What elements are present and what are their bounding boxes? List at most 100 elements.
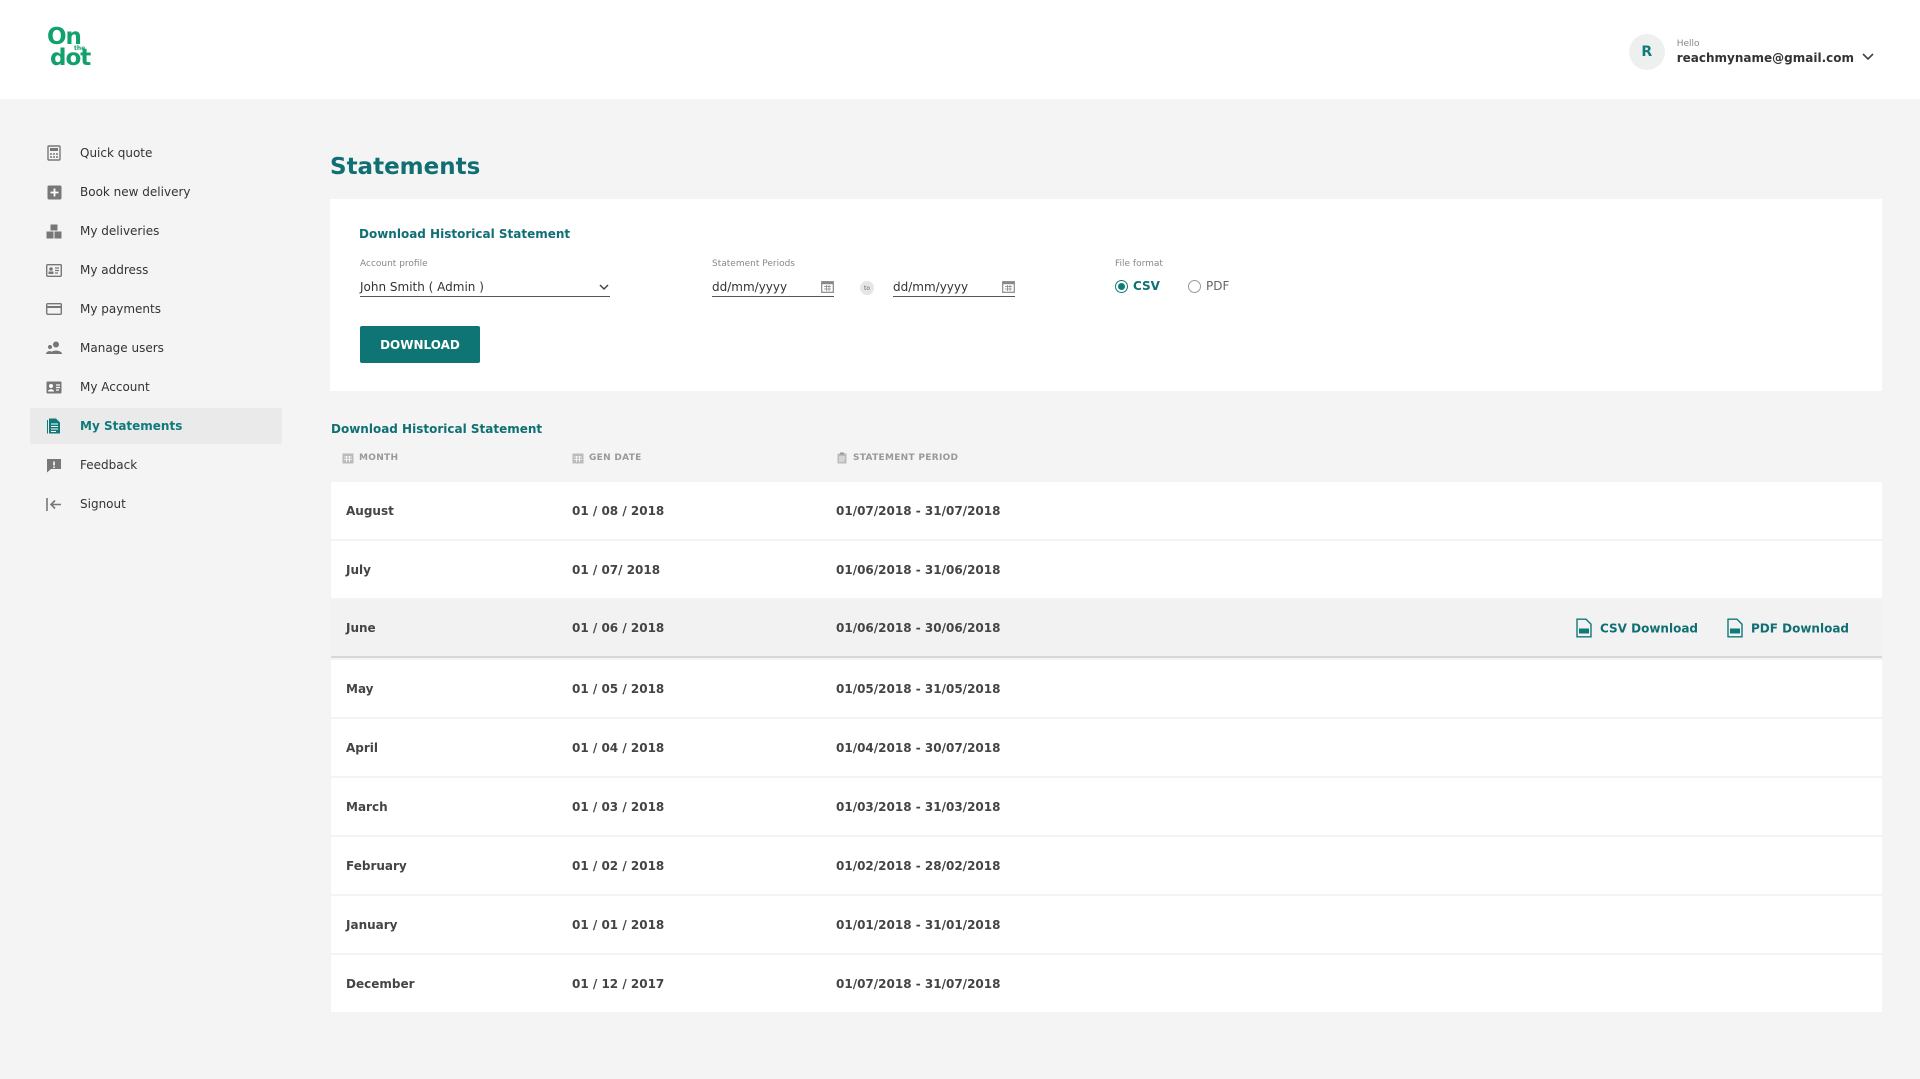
- chevron-down-icon: [599, 283, 609, 290]
- chevron-down-icon[interactable]: [1860, 49, 1876, 65]
- sidebar-item-label: Feedback: [80, 458, 138, 472]
- row-month: August: [346, 503, 394, 518]
- document-icon: [46, 418, 62, 434]
- csv-download-label: CSV Download: [1600, 621, 1699, 635]
- statement-list-title: Download Historical Statement: [331, 422, 543, 436]
- calculator-icon: [46, 145, 62, 161]
- row-period: 01/01/2018 - 31/01/2018: [836, 917, 1001, 932]
- row-period: 01/07/2018 - 31/07/2018: [836, 503, 1001, 518]
- sidebar-item-my-statements[interactable]: My Statements: [30, 408, 282, 444]
- column-gen-date-label: GEN DATE: [589, 453, 642, 463]
- row-period: 01/07/2018 - 31/07/2018: [836, 976, 1001, 991]
- user-email: reachmyname@gmail.com: [1676, 51, 1854, 65]
- account-profile-select[interactable]: John Smith ( Admin ): [360, 277, 610, 297]
- row-month: June: [346, 621, 376, 635]
- account-profile-value: John Smith ( Admin ): [360, 279, 484, 294]
- column-month-label: MONTH: [359, 453, 399, 463]
- ondot-logo[interactable]: On the dot: [46, 26, 100, 70]
- sidebar-item-my-account[interactable]: My Account: [30, 369, 282, 405]
- row-month: January: [346, 917, 398, 932]
- date-to-input[interactable]: [893, 279, 989, 294]
- sidebar-nav: Quick quote Book new delivery My deliver…: [30, 135, 282, 525]
- to-separator: to: [860, 281, 874, 295]
- table-row[interactable]: December 01 / 12 / 2017 01/07/2018 - 31/…: [331, 955, 1882, 1012]
- row-month: May: [346, 681, 374, 696]
- table-row[interactable]: June 01 / 06 / 2018 01/06/2018 - 30/06/2…: [331, 600, 1882, 658]
- radio-unselected-icon: [1188, 279, 1201, 293]
- file-format-label: File format: [1115, 259, 1163, 269]
- sidebar-item-my-address[interactable]: My address: [30, 252, 282, 288]
- date-from-field[interactable]: [712, 277, 834, 297]
- sidebar-item-book-new-delivery[interactable]: Book new delivery: [30, 174, 282, 210]
- row-month: December: [346, 976, 415, 991]
- date-from-input[interactable]: [712, 279, 808, 294]
- row-gen-date: 01 / 08 / 2018: [572, 503, 665, 518]
- row-gen-date: 01 / 07/ 2018: [572, 562, 661, 577]
- id-card-icon: [46, 379, 62, 395]
- calendar-icon: [342, 453, 354, 464]
- sidebar-item-my-payments[interactable]: My payments: [30, 291, 282, 327]
- row-gen-date: 01 / 04 / 2018: [572, 740, 665, 755]
- calendar-icon[interactable]: [1002, 280, 1015, 293]
- column-statement-period: STATEMENT PERIOD: [836, 452, 958, 464]
- clipboard-icon: [837, 452, 847, 464]
- table-row[interactable]: July 01 / 07/ 2018 01/06/2018 - 31/06/20…: [331, 541, 1882, 598]
- sidebar-item-label: My Account: [80, 380, 150, 394]
- format-radio-pdf[interactable]: PDF: [1188, 279, 1229, 293]
- date-to-field[interactable]: [893, 277, 1015, 297]
- calendar-icon[interactable]: [821, 280, 834, 293]
- table-row[interactable]: May 01 / 05 / 2018 01/05/2018 - 31/05/20…: [331, 660, 1882, 717]
- row-period: 01/06/2018 - 30/06/2018: [836, 621, 1001, 635]
- row-period: 01/06/2018 - 31/06/2018: [836, 562, 1001, 577]
- users-icon: [46, 340, 62, 356]
- table-row[interactable]: March 01 / 03 / 2018 01/03/2018 - 31/03/…: [331, 778, 1882, 835]
- avatar: R: [1628, 34, 1665, 70]
- sidebar-item-feedback[interactable]: Feedback: [30, 447, 282, 483]
- row-period: 01/03/2018 - 31/03/2018: [836, 799, 1001, 814]
- address-card-icon: [46, 262, 62, 278]
- table-header: MONTH GEN DATE STATEMENT PERIOD: [331, 452, 1882, 472]
- statement-periods-label: Statement Periods: [712, 259, 795, 269]
- format-csv-label: CSV: [1133, 279, 1160, 293]
- table-row[interactable]: August 01 / 08 / 2018 01/07/2018 - 31/07…: [331, 482, 1882, 539]
- row-gen-date: 01 / 02 / 2018: [572, 858, 665, 873]
- sidebar-item-label: My deliveries: [80, 224, 160, 238]
- sidebar-item-label: Manage users: [80, 341, 164, 355]
- column-month: MONTH: [342, 452, 398, 464]
- row-month: February: [346, 858, 407, 873]
- download-button[interactable]: DOWNLOAD: [360, 326, 480, 363]
- row-period: 01/05/2018 - 31/05/2018: [836, 681, 1001, 696]
- csv-download-button[interactable]: CSV Download: [1576, 618, 1699, 638]
- credit-card-icon: [46, 301, 62, 317]
- plus-box-icon: [46, 184, 62, 200]
- column-statement-period-label: STATEMENT PERIOD: [853, 453, 959, 463]
- pdf-file-icon: [1727, 618, 1743, 638]
- row-month: March: [346, 799, 388, 814]
- row-period: 01/04/2018 - 30/07/2018: [836, 740, 1001, 755]
- user-menu[interactable]: R Hello reachmyname@gmail.com: [1628, 34, 1876, 70]
- sidebar-item-signout[interactable]: Signout: [30, 486, 282, 522]
- user-info: Hello reachmyname@gmail.com: [1677, 39, 1854, 65]
- pdf-download-button[interactable]: PDF Download: [1727, 618, 1849, 638]
- logo-line-3: dot: [50, 45, 91, 71]
- row-gen-date: 01 / 03 / 2018: [572, 799, 665, 814]
- feedback-icon: [46, 457, 62, 473]
- table-row[interactable]: January 01 / 01 / 2018 01/01/2018 - 31/0…: [331, 896, 1882, 953]
- sidebar-item-my-deliveries[interactable]: My deliveries: [30, 213, 282, 249]
- row-gen-date: 01 / 12 / 2017: [572, 976, 665, 991]
- sidebar-item-manage-users[interactable]: Manage users: [30, 330, 282, 366]
- table-row[interactable]: February 01 / 02 / 2018 01/02/2018 - 28/…: [331, 837, 1882, 894]
- form-title: Download Historical Statement: [359, 227, 571, 241]
- calendar-icon: [572, 453, 584, 464]
- row-gen-date: 01 / 01 / 2018: [572, 917, 665, 932]
- sidebar-item-label: Book new delivery: [80, 185, 191, 199]
- row-gen-date: 01 / 05 / 2018: [572, 681, 665, 696]
- format-radio-csv[interactable]: CSV: [1115, 279, 1160, 293]
- signout-icon: [46, 496, 62, 512]
- row-gen-date: 01 / 06 / 2018: [572, 621, 665, 635]
- sidebar-item-label: My address: [80, 263, 149, 277]
- row-month: July: [346, 562, 371, 577]
- table-row[interactable]: April 01 / 04 / 2018 01/04/2018 - 30/07/…: [331, 719, 1882, 776]
- sidebar-item-label: Signout: [80, 497, 126, 511]
- sidebar-item-quick-quote[interactable]: Quick quote: [30, 135, 282, 171]
